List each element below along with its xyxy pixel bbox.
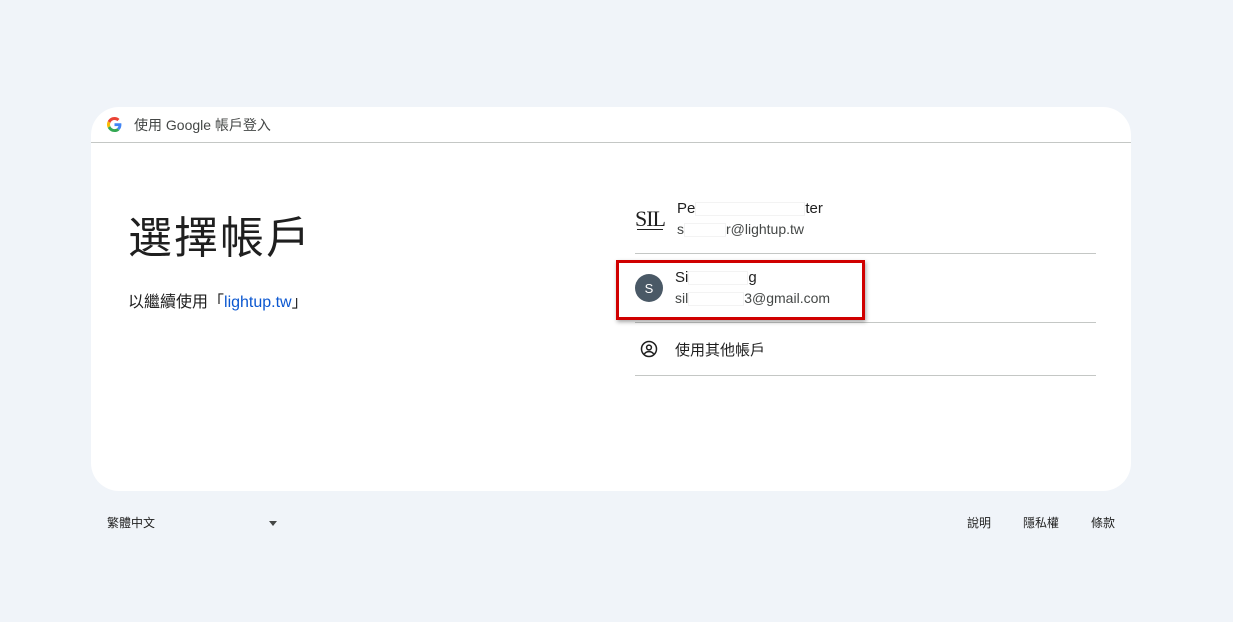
use-another-account-label: 使用其他帳戶 — [675, 341, 766, 359]
account-name: Pe ter — [677, 199, 823, 219]
account-item-2[interactable]: S Si g sil 3@gmail.com — [616, 254, 1096, 323]
use-another-account-button[interactable]: 使用其他帳戶 — [635, 323, 1096, 376]
account-email-end: 3@gmail.com — [744, 290, 831, 306]
account-email-start: sil — [675, 290, 689, 306]
google-g-icon — [107, 117, 122, 132]
footer-link-privacy[interactable]: 隱私權 — [1023, 512, 1059, 534]
subtitle-prefix: 以繼續使用「 — [128, 294, 225, 311]
card-header: 使用 Google 帳戶登入 — [91, 107, 1131, 143]
subtitle-suffix: 」 — [291, 294, 308, 311]
language-selector[interactable]: 繁體中文 — [107, 512, 277, 534]
footer-link-help[interactable]: 說明 — [967, 512, 991, 534]
account-list: SIL Pe ter s r@lightup.tw S Si g sil 3@gmail… — [616, 200, 1096, 376]
account-text: Si g sil 3@gmail.com — [675, 268, 830, 308]
account-name-start: Si — [675, 269, 689, 286]
redaction-box — [684, 222, 726, 237]
account-name-start: Pe — [677, 199, 696, 217]
account-email: sil 3@gmail.com — [675, 288, 830, 308]
account-text: Pe ter s r@lightup.tw — [677, 199, 823, 239]
footer: 繁體中文 說明 隱私權 條款 — [91, 512, 1131, 534]
account-avatar: SIL — [635, 204, 666, 234]
redaction-box — [695, 201, 806, 216]
account-email: s r@lightup.tw — [677, 219, 823, 239]
account-item-1[interactable]: SIL Pe ter s r@lightup.tw — [635, 184, 1096, 254]
account-email-end: r@lightup.tw — [726, 220, 805, 237]
account-name-end: ter — [805, 199, 823, 217]
language-label: 繁體中文 — [107, 516, 156, 530]
subtitle: 以繼續使用「lightup.tw」 — [128, 293, 308, 313]
footer-links: 說明 隱私權 條款 — [967, 512, 1115, 534]
account-name-end: g — [748, 269, 757, 286]
page-title: 選擇帳戶 — [128, 213, 312, 264]
redaction-box — [688, 271, 749, 286]
header-text: 使用 Google 帳戶登入 — [134, 116, 271, 133]
account-avatar: S — [635, 274, 663, 302]
dropdown-caret-icon — [269, 520, 277, 526]
account-name: Si g — [675, 268, 830, 288]
account-email-start: s — [677, 220, 684, 237]
signin-card: 使用 Google 帳戶登入 選擇帳戶 以繼續使用「lightup.tw」 SI… — [91, 107, 1131, 491]
redaction-box — [688, 292, 745, 307]
footer-link-terms[interactable]: 條款 — [1091, 512, 1115, 534]
account-circle-icon — [635, 335, 663, 363]
app-link[interactable]: lightup.tw — [224, 294, 292, 311]
